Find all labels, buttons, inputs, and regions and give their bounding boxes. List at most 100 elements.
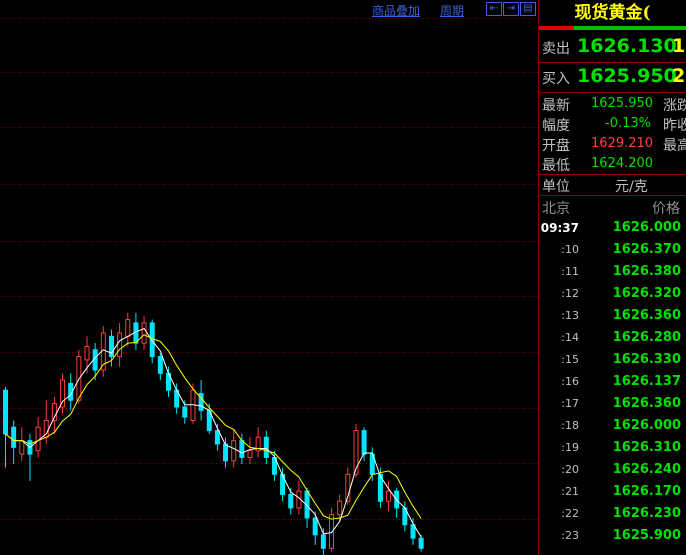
price-header: 价格 [652, 201, 680, 217]
tick-time: 09:37 [540, 221, 579, 235]
prevclose-label: 昨收 [663, 118, 686, 134]
candle-body[interactable] [337, 500, 343, 516]
candle-body[interactable] [239, 440, 245, 458]
tick-row: :19 1626.310 [539, 437, 686, 459]
tick-row: 09:37 1626.000 [539, 217, 686, 239]
tick-row: :21 1626.170 [539, 481, 686, 503]
overlay-link[interactable]: 商品叠加 [372, 2, 420, 19]
tick-price: 1626.320 [612, 286, 681, 301]
tick-price: 1626.380 [612, 264, 681, 279]
tick-time: :19 [561, 441, 579, 454]
tick-price: 1626.330 [612, 352, 681, 367]
tick-row: :22 1626.230 [539, 503, 686, 525]
sell-ratio-bar [539, 26, 574, 30]
tick-time: :22 [561, 507, 579, 520]
tick-price: 1626.000 [612, 220, 681, 235]
arrow-right-icon[interactable]: ⇥ [503, 2, 519, 16]
candle-body[interactable] [361, 430, 367, 455]
tick-row: :12 1626.320 [539, 283, 686, 305]
instrument-title: 现货黄金( [574, 3, 651, 23]
tick-time: :13 [561, 309, 579, 322]
buy-label: 买入 [542, 71, 570, 87]
candle-body[interactable] [386, 490, 392, 502]
high-label: 最高 [663, 138, 686, 154]
buy-price: 1625.950 [577, 65, 677, 87]
tick-row: :18 1626.000 [539, 415, 686, 437]
candle-body[interactable] [157, 356, 163, 374]
candle-body[interactable] [117, 332, 123, 358]
ma-line-long [5, 334, 422, 520]
tick-time: :20 [561, 463, 579, 476]
buy-ratio-bar [574, 26, 686, 30]
tick-price: 1626.000 [612, 418, 681, 433]
tick-row: :11 1626.380 [539, 261, 686, 283]
candle-body[interactable] [84, 345, 90, 361]
chart-canvas[interactable] [0, 0, 538, 555]
amplitude-value: -0.13% [605, 116, 651, 131]
tick-row: :17 1626.360 [539, 393, 686, 415]
sell-volume: 10 [672, 35, 686, 57]
tick-price: 1626.137 [612, 374, 681, 389]
tick-row: :15 1626.330 [539, 349, 686, 371]
candle-body[interactable] [263, 436, 269, 458]
candlestick-chart[interactable]: 商品叠加 周期 ⇤ ⇥ ▤ [0, 0, 538, 555]
latest-value: 1625.950 [591, 96, 654, 111]
tick-price: 1626.310 [612, 440, 681, 455]
candle-body[interactable] [3, 389, 8, 435]
tick-price: 1626.370 [612, 242, 681, 257]
candle-body[interactable] [11, 426, 17, 448]
candle-body[interactable] [182, 406, 188, 418]
ma-line-short [5, 327, 422, 538]
tick-price: 1626.170 [612, 484, 681, 499]
tick-time: :23 [561, 529, 579, 542]
low-value: 1624.200 [591, 156, 654, 171]
tick-row: :14 1626.280 [539, 327, 686, 349]
buy-volume: 20 [672, 65, 686, 87]
tick-time: :17 [561, 397, 579, 410]
candle-body[interactable] [223, 443, 229, 462]
latest-label: 最新 [542, 98, 570, 114]
candle-body[interactable] [19, 440, 25, 455]
candle-body[interactable] [149, 322, 155, 358]
tick-row: :10 1626.370 [539, 239, 686, 261]
period-link[interactable]: 周期 [440, 2, 464, 19]
tick-time: :18 [561, 419, 579, 432]
divider [539, 195, 686, 196]
divider [539, 92, 686, 93]
candle-body[interactable] [247, 450, 253, 458]
divider [539, 62, 686, 63]
tick-time: :11 [561, 265, 579, 278]
low-label: 最低 [542, 158, 570, 174]
tick-time: :10 [561, 243, 579, 256]
tick-row: :23 1625.900 [539, 525, 686, 547]
tick-price: 1625.900 [612, 528, 681, 543]
tick-row: :13 1626.360 [539, 305, 686, 327]
tick-time: :16 [561, 375, 579, 388]
candle-body[interactable] [141, 322, 147, 344]
tick-row: :16 1626.137 [539, 371, 686, 393]
open-label: 开盘 [542, 138, 570, 154]
candle-body[interactable] [60, 379, 66, 408]
arrow-left-icon[interactable]: ⇤ [486, 2, 502, 16]
candle-body[interactable] [214, 430, 220, 445]
sell-label: 卖出 [542, 41, 570, 57]
city-label: 北京 [542, 201, 570, 217]
candle-body[interactable] [418, 537, 424, 549]
chart-toolbar: 商品叠加 周期 ⇤ ⇥ ▤ [0, 0, 538, 18]
unit-value: 元/克 [615, 179, 648, 195]
tick-price: 1626.230 [612, 506, 681, 521]
candle-body[interactable] [231, 440, 237, 462]
expand-icon[interactable]: ▤ [520, 2, 536, 16]
quote-panel: 现货黄金( 卖出 1626.130 10 买入 1625.950 20 最新 1… [539, 0, 686, 555]
tick-price: 1626.280 [612, 330, 681, 345]
candle-body[interactable] [320, 534, 326, 549]
candle-body[interactable] [312, 517, 318, 536]
tick-price: 1626.360 [612, 308, 681, 323]
candle-body[interactable] [125, 319, 131, 337]
tick-price: 1626.240 [612, 462, 681, 477]
tick-time: :14 [561, 331, 579, 344]
change-label: 涨跌 [663, 98, 686, 114]
tick-time: :12 [561, 287, 579, 300]
candle-body[interactable] [288, 493, 294, 509]
amplitude-label: 幅度 [542, 118, 570, 134]
